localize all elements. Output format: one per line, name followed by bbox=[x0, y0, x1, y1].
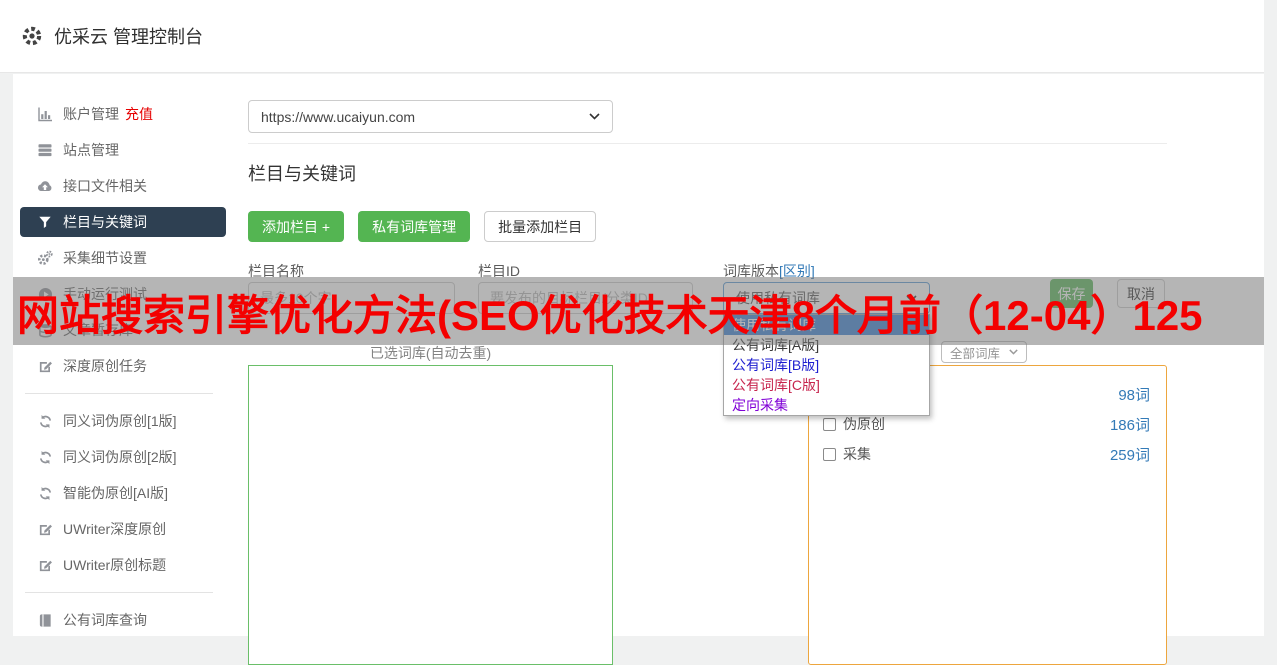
section-divider bbox=[248, 143, 1167, 144]
stat-count: 186词 bbox=[1109, 416, 1150, 434]
selected-lib-label: 已选词库(自动去重) bbox=[369, 345, 492, 361]
dropdown-option-public-c[interactable]: 公有词库[C版] bbox=[724, 375, 929, 395]
sidebar-item-collection-settings[interactable]: 采集细节设置 bbox=[13, 240, 240, 276]
sidebar-item-label: 同义词伪原创[2版] bbox=[63, 449, 177, 465]
stat-checkbox[interactable] bbox=[823, 447, 836, 461]
stat-checkbox[interactable] bbox=[823, 417, 836, 431]
refresh-icon bbox=[36, 486, 54, 501]
sidebar-item-label: 智能伪原创[AI版] bbox=[63, 485, 169, 501]
sidebar-item-sites[interactable]: 站点管理 bbox=[13, 132, 240, 168]
page-title: 栏目与关键词 bbox=[248, 164, 356, 184]
sidebar-item-label: 深度原创任务 bbox=[63, 358, 147, 374]
sidebar-item-label: 接口文件相关 bbox=[63, 178, 147, 194]
sidebar-item-synonym-rewrite-v1[interactable]: 同义词伪原创[1版] bbox=[13, 403, 240, 439]
stat-label: 伪原创 bbox=[843, 416, 885, 432]
edit-icon bbox=[36, 558, 54, 573]
server-icon bbox=[36, 142, 54, 158]
sidebar-item-account[interactable]: 账户管理 充值 bbox=[13, 96, 240, 132]
app-header: 优采云 管理控制台 bbox=[0, 0, 1264, 73]
sidebar-item-uwriter-deep[interactable]: UWriter深度原创 bbox=[13, 511, 240, 547]
sidebar-item-label: 同义词伪原创[1版] bbox=[63, 413, 177, 429]
chevron-down-icon bbox=[589, 113, 600, 120]
stat-count: 98词 bbox=[1118, 386, 1150, 404]
sidebar-item-label: 采集细节设置 bbox=[63, 250, 147, 266]
chart-bar-icon bbox=[36, 106, 54, 122]
edit-icon bbox=[36, 359, 54, 374]
sidebar-item-uwriter-title[interactable]: UWriter原创标题 bbox=[13, 547, 240, 583]
overlay-title: 网站搜索引擎优化方法(SEO优化技术天津8个月前（12-04）125 bbox=[17, 292, 1203, 339]
sidebar-item-label: 公有词库查询 bbox=[63, 612, 147, 628]
site-select-value: https://www.ucaiyun.com bbox=[261, 108, 416, 125]
sidebar-item-ai-rewrite[interactable]: 智能伪原创[AI版] bbox=[13, 475, 240, 511]
lib-filter-value: 全部词库 bbox=[950, 346, 1001, 361]
sidebar-item-interface-files[interactable]: 接口文件相关 bbox=[13, 168, 240, 204]
chevron-down-icon bbox=[1009, 349, 1018, 355]
sidebar-item-public-lib-query[interactable]: 公有词库查询 bbox=[13, 602, 240, 638]
site-select[interactable]: https://www.ucaiyun.com bbox=[248, 100, 613, 133]
toolbar: 添加栏目 + 私有词库管理 批量添加栏目 bbox=[248, 211, 597, 242]
book-icon bbox=[36, 613, 54, 628]
refresh-icon bbox=[36, 450, 54, 465]
dropdown-option-directed-collect[interactable]: 定向采集 bbox=[724, 395, 929, 415]
recharge-badge[interactable]: 充值 bbox=[125, 104, 153, 124]
add-column-button[interactable]: 添加栏目 + bbox=[248, 211, 345, 242]
cloud-upload-icon bbox=[36, 178, 54, 194]
sidebar-item-label: 站点管理 bbox=[63, 142, 119, 158]
edit-icon bbox=[36, 522, 54, 537]
app-title: 优采云 管理控制台 bbox=[54, 27, 204, 47]
sidebar-item-label: UWriter原创标题 bbox=[63, 557, 167, 573]
sidebar-item-label: UWriter深度原创 bbox=[63, 521, 167, 537]
stat-label: 采集 bbox=[843, 446, 871, 462]
sidebar-item-columns-keywords[interactable]: 栏目与关键词 bbox=[20, 207, 226, 237]
gear-icon bbox=[21, 25, 43, 47]
stat-count: 259词 bbox=[1109, 446, 1150, 464]
filter-icon bbox=[36, 215, 54, 229]
selected-lib-box bbox=[248, 365, 613, 665]
sidebar: 账户管理 充值 站点管理 接口文件相关 栏目与关键词 采集细节设置 手动运行测试… bbox=[13, 74, 240, 638]
sidebar-item-synonym-rewrite-v2[interactable]: 同义词伪原创[2版] bbox=[13, 439, 240, 475]
dropdown-option-public-b[interactable]: 公有词库[B版] bbox=[724, 355, 929, 375]
sidebar-divider bbox=[25, 393, 213, 394]
refresh-icon bbox=[36, 414, 54, 429]
sidebar-item-label: 账户管理 bbox=[63, 106, 119, 122]
sidebar-item-label: 栏目与关键词 bbox=[63, 214, 147, 230]
lib-stat-row: 采集 259词 bbox=[809, 439, 1166, 469]
sidebar-item-deep-original-tasks[interactable]: 深度原创任务 bbox=[13, 348, 240, 384]
overlay-banner: 网站搜索引擎优化方法(SEO优化技术天津8个月前（12-04）125 bbox=[13, 277, 1264, 345]
gears-icon bbox=[36, 250, 54, 266]
batch-add-column-button[interactable]: 批量添加栏目 bbox=[484, 211, 597, 242]
sidebar-divider bbox=[25, 592, 213, 593]
private-lib-manage-button[interactable]: 私有词库管理 bbox=[358, 211, 471, 242]
